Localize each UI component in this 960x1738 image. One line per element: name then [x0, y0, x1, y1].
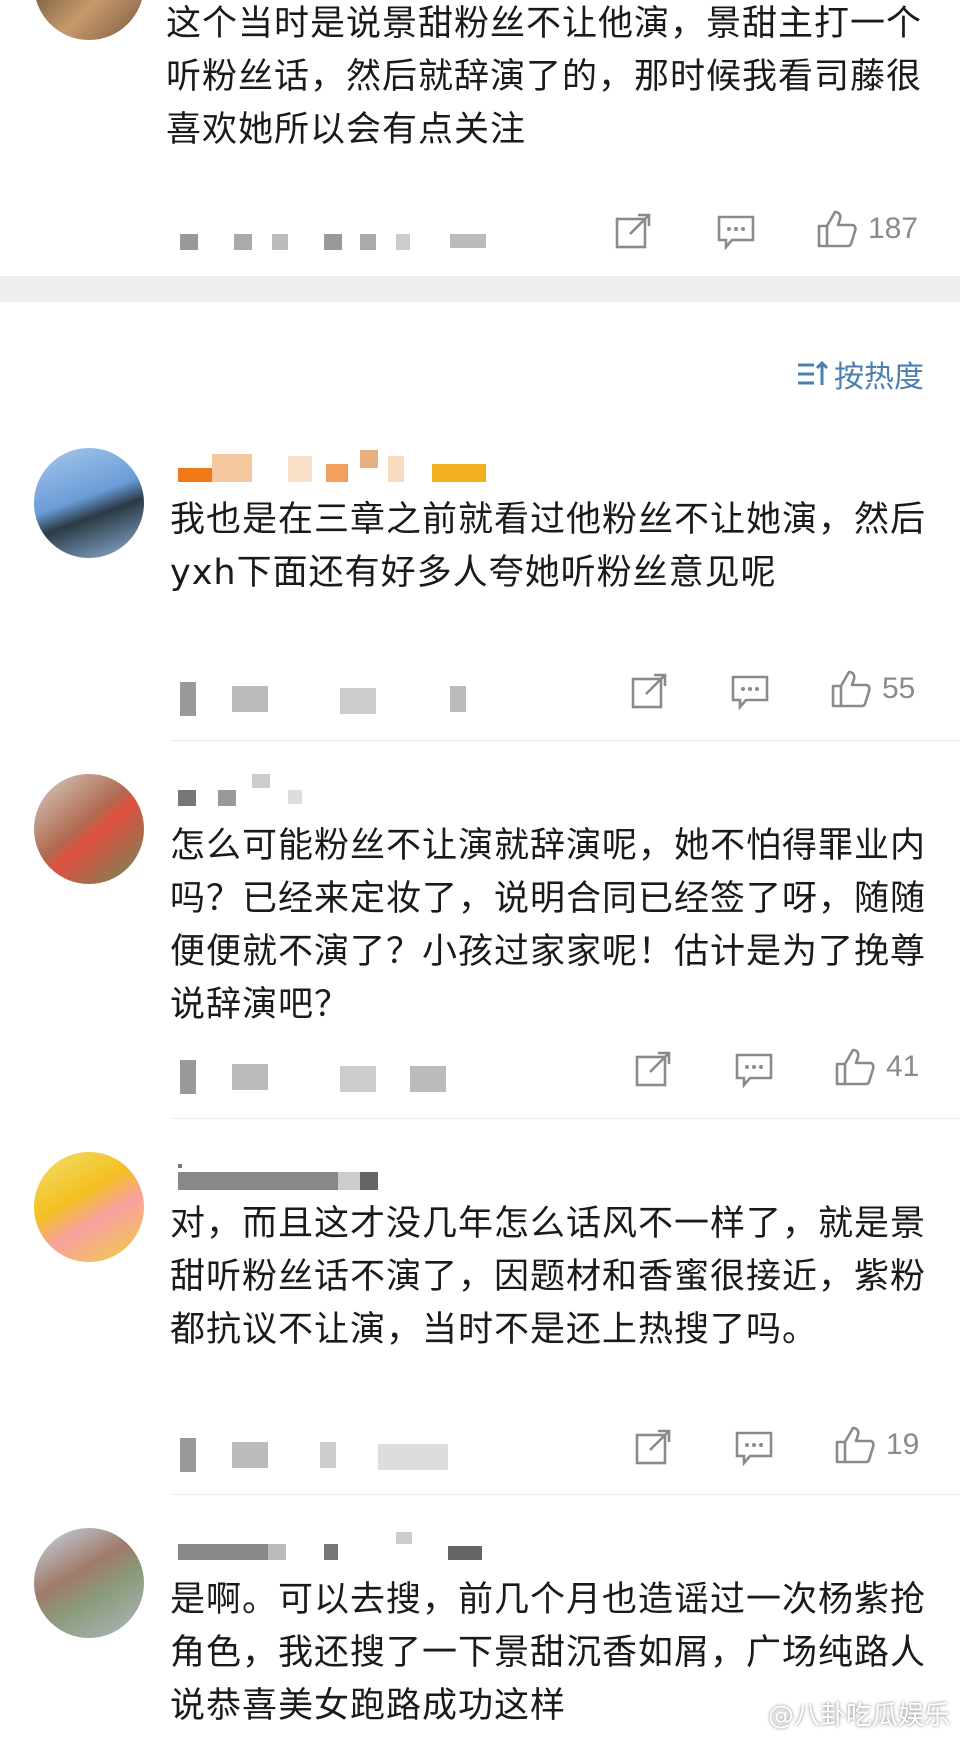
like-button[interactable]: 187 — [816, 208, 918, 250]
sort-icon — [798, 360, 828, 385]
avatar[interactable] — [34, 1528, 144, 1638]
sort-by-hot-button[interactable]: 按热度 — [796, 352, 924, 396]
comment-text: 对，而且这才没几年怎么话风不一样了，就是景甜听粉丝话不演了，因题材和香蜜很接近，… — [170, 1204, 927, 1350]
like-button[interactable]: 19 — [834, 1424, 919, 1466]
section-divider — [0, 276, 960, 302]
obscured-username — [178, 774, 318, 808]
share-icon — [635, 1051, 671, 1087]
obscured-meta — [180, 1060, 480, 1094]
like-button[interactable]: 41 — [834, 1046, 919, 1088]
obscured-meta — [180, 682, 480, 716]
comment-icon — [735, 1431, 773, 1466]
like-count: 19 — [886, 1428, 920, 1461]
obscured-meta — [180, 1438, 480, 1472]
reply-button[interactable] — [734, 1052, 774, 1088]
obscured-username — [178, 1532, 518, 1562]
obscured-username — [178, 1160, 398, 1190]
comment-text: 怎么可能粉丝不让演就辞演呢，她不怕得罪业内吗？已经来定妆了，说明合同已经签了呀，… — [170, 826, 927, 1025]
avatar[interactable] — [34, 774, 144, 884]
thumbs-up-icon — [835, 1048, 875, 1086]
obscured-meta — [180, 232, 486, 252]
watermark: @八卦吃瓜娱乐 — [767, 1701, 950, 1731]
share-button[interactable] — [630, 672, 670, 710]
comment-icon — [731, 675, 769, 710]
comment-divider — [170, 740, 960, 741]
thumbs-up-icon — [831, 670, 871, 708]
comment-text: 这个当时是说景甜粉丝不让他演，景甜主打一个听粉丝话，然后就辞演了的，那时候我看司… — [166, 4, 923, 150]
like-count: 187 — [868, 212, 919, 245]
like-count: 55 — [882, 672, 916, 705]
share-button[interactable] — [634, 1050, 674, 1088]
comment-divider — [170, 1118, 960, 1119]
share-button[interactable] — [614, 212, 654, 250]
share-icon — [631, 673, 667, 709]
comment-text: 我也是在三章之前就看过他粉丝不让她演，然后yxh下面还有好多人夸她听粉丝意见呢 — [170, 500, 927, 593]
share-icon — [635, 1429, 671, 1465]
thumbs-up-icon — [835, 1426, 875, 1464]
avatar[interactable] — [34, 448, 144, 558]
reply-button[interactable] — [730, 674, 770, 710]
comment-divider — [170, 1494, 960, 1495]
thumbs-up-icon — [817, 210, 857, 248]
reply-button[interactable] — [734, 1430, 774, 1466]
share-icon — [615, 213, 651, 249]
share-button[interactable] — [634, 1428, 674, 1466]
avatar[interactable] — [34, 1152, 144, 1262]
avatar[interactable] — [34, 0, 144, 40]
obscured-username — [178, 446, 498, 482]
sort-label: 按热度 — [834, 360, 924, 395]
like-button[interactable]: 55 — [830, 668, 915, 710]
reply-button[interactable] — [716, 214, 756, 250]
comment-icon — [735, 1053, 773, 1088]
like-count: 41 — [886, 1050, 920, 1083]
comment-icon — [717, 215, 755, 250]
